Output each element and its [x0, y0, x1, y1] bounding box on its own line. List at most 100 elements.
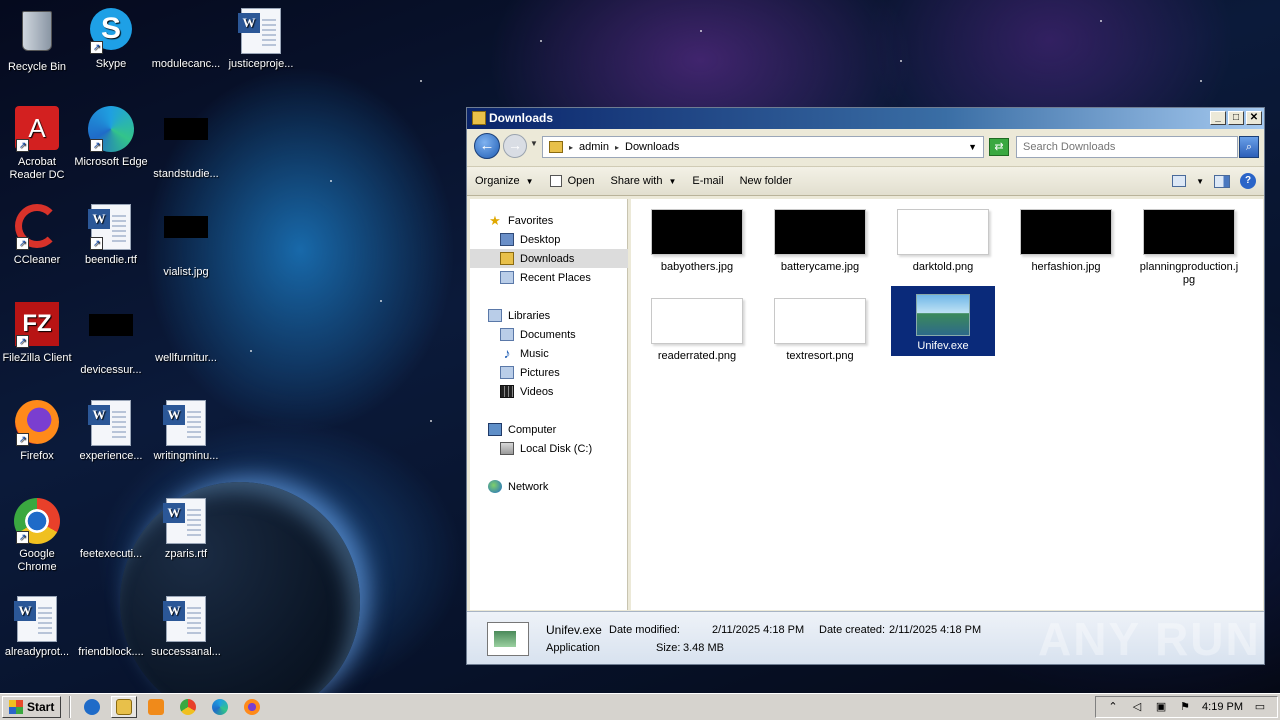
file-item[interactable]: herfashion.jpg	[1014, 203, 1118, 274]
file-item-selected[interactable]: Unifev.exe	[891, 286, 995, 356]
preview-pane-icon[interactable]	[1214, 174, 1230, 188]
maximize-button[interactable]: □	[1228, 111, 1244, 125]
desktop-icon-firefox[interactable]: ↗ Firefox	[0, 400, 74, 463]
open-icon	[549, 175, 562, 187]
change-view-icon[interactable]	[1172, 175, 1187, 187]
chevron-right-icon[interactable]: ▸	[615, 143, 619, 152]
desktop-icon-acrobat[interactable]: A ↗ Acrobat Reader DC	[0, 106, 74, 182]
file-item[interactable]: batterycame.jpg	[768, 203, 872, 274]
file-item[interactable]: textresort.png	[768, 292, 872, 363]
desktop-icon-justiceproje[interactable]: W justiceproje...	[224, 8, 298, 71]
show-desktop-icon[interactable]: ▭	[1253, 701, 1267, 713]
desktop-icon-ccleaner[interactable]: ↗ CCleaner	[0, 204, 74, 267]
desktop-icon-devicessur[interactable]: devicessur...	[74, 302, 148, 377]
nav-desktop[interactable]: Desktop	[470, 230, 628, 249]
chevron-down-icon: ▼	[668, 176, 677, 186]
desktop-icon-successanal[interactable]: W successanal...	[149, 596, 223, 659]
desktop-icon-recycle-bin[interactable]: Recycle Bin	[0, 8, 74, 74]
desktop-icon-writingminu[interactable]: W writingminu...	[149, 400, 223, 463]
chevron-right-icon[interactable]: ▸	[569, 143, 573, 152]
taskbar-ie-icon[interactable]	[79, 696, 105, 718]
address-box[interactable]: ▸ admin ▸ Downloads ▼	[542, 136, 984, 158]
file-item[interactable]: readerrated.png	[645, 292, 749, 363]
history-dropdown-icon[interactable]: ▼	[530, 139, 538, 148]
nav-libraries[interactable]: Libraries	[470, 306, 628, 325]
nav-downloads[interactable]: Downloads	[470, 249, 628, 268]
email-button[interactable]: E-mail	[684, 170, 731, 192]
desktop-icon-filezilla[interactable]: FZ ↗ FileZilla Client	[0, 302, 74, 365]
new-folder-button[interactable]: New folder	[732, 170, 801, 192]
taskbar-media-player-icon[interactable]	[143, 696, 169, 718]
taskbar-explorer-icon[interactable]	[111, 696, 138, 718]
action-center-flag-icon[interactable]: ⚑	[1178, 701, 1192, 713]
file-item[interactable]: planningproduction.jpg	[1137, 203, 1241, 287]
nav-local-disk[interactable]: Local Disk (C:)	[470, 439, 628, 458]
nav-pictures[interactable]: Pictures	[470, 363, 628, 382]
word-document-icon: W	[163, 596, 209, 642]
desktop-icon-beendie[interactable]: W ↗ beendie.rtf	[74, 204, 148, 267]
folder-icon	[549, 141, 563, 153]
minimize-button[interactable]: _	[1210, 111, 1226, 125]
nav-favorites[interactable]: ★ Favorites	[470, 211, 628, 230]
taskbar-chrome-icon[interactable]	[175, 696, 201, 718]
volume-icon[interactable]: ◁	[1130, 701, 1144, 713]
close-button[interactable]: ✕	[1246, 111, 1262, 125]
clock[interactable]: 4:19 PM	[1202, 701, 1243, 713]
desktop-icon-friendblock[interactable]: friendblock....	[74, 596, 148, 659]
edge-icon: ↗	[88, 106, 134, 152]
network-icon	[488, 480, 502, 493]
details-filename: Unifev.exe	[546, 623, 602, 637]
nav-documents[interactable]: Documents	[470, 325, 628, 344]
window-titlebar[interactable]: Downloads _ □ ✕	[467, 108, 1264, 129]
share-with-button[interactable]: Share with ▼	[602, 170, 684, 192]
open-button[interactable]: Open	[542, 170, 603, 192]
firefox-icon: ↗	[14, 400, 60, 446]
breadcrumb-admin[interactable]: admin	[579, 141, 609, 153]
blank-file-icon	[163, 302, 209, 348]
word-document-icon: W	[238, 8, 284, 54]
chevron-down-icon[interactable]: ▼	[1196, 177, 1204, 186]
application-icon	[487, 622, 529, 656]
breadcrumb-downloads[interactable]: Downloads	[625, 141, 679, 153]
chevron-down-icon[interactable]: ▼	[968, 142, 977, 152]
videos-icon	[500, 385, 514, 398]
computer-icon	[488, 423, 502, 436]
desktop-icon-vialist[interactable]: vialist.jpg	[149, 204, 223, 279]
documents-icon	[500, 328, 514, 341]
nav-computer[interactable]: Computer	[470, 420, 628, 439]
word-document-icon: W ↗	[88, 204, 134, 250]
search-input[interactable]	[1016, 136, 1238, 158]
back-button[interactable]: ←	[474, 133, 500, 159]
desktop-icon-standstudie[interactable]: standstudie...	[149, 106, 223, 181]
desktop-icon-alreadyprot[interactable]: W alreadyprot...	[0, 596, 74, 659]
help-icon[interactable]: ?	[1240, 173, 1256, 189]
desktop-icon-zparis[interactable]: W zparis.rtf	[149, 498, 223, 561]
taskbar-edge-icon[interactable]	[207, 696, 233, 718]
organize-button[interactable]: Organize ▼	[467, 170, 542, 192]
desktop-icon-feetexecuti[interactable]: feetexecuti...	[74, 498, 148, 561]
file-item[interactable]: babyothers.jpg	[645, 203, 749, 274]
refresh-button[interactable]: ⇄	[989, 138, 1009, 156]
nav-videos[interactable]: Videos	[470, 382, 628, 401]
network-tray-icon[interactable]: ▣	[1154, 701, 1168, 713]
show-hidden-icons-icon[interactable]: ⌃	[1106, 701, 1120, 713]
desktop-icon-skype[interactable]: S ↗ Skype	[74, 8, 148, 71]
nav-music[interactable]: ♪ Music	[470, 344, 628, 363]
desktop-icon-edge[interactable]: ↗ Microsoft Edge	[74, 106, 148, 169]
chevron-down-icon: ▼	[525, 176, 534, 186]
file-item[interactable]: darktold.png	[891, 203, 995, 274]
taskbar-firefox-icon[interactable]	[239, 696, 265, 718]
disk-icon	[500, 442, 514, 455]
search-icon[interactable]: ⌕	[1239, 136, 1259, 158]
start-button[interactable]: Start	[2, 696, 62, 718]
music-icon: ♪	[503, 345, 511, 361]
forward-button[interactable]: →	[503, 134, 527, 158]
image-thumbnail	[897, 209, 989, 255]
nav-recent-places[interactable]: Recent Places	[470, 268, 628, 287]
desktop-icon-experience[interactable]: W experience...	[74, 400, 148, 463]
image-thumbnail	[651, 298, 743, 344]
desktop-icon-wellfurnitur[interactable]: wellfurnitur...	[149, 302, 223, 365]
desktop-icon-modulecanc[interactable]: modulecanc...	[149, 8, 223, 71]
desktop-icon-chrome[interactable]: ↗ Google Chrome	[0, 498, 74, 574]
nav-network[interactable]: Network	[470, 477, 628, 496]
